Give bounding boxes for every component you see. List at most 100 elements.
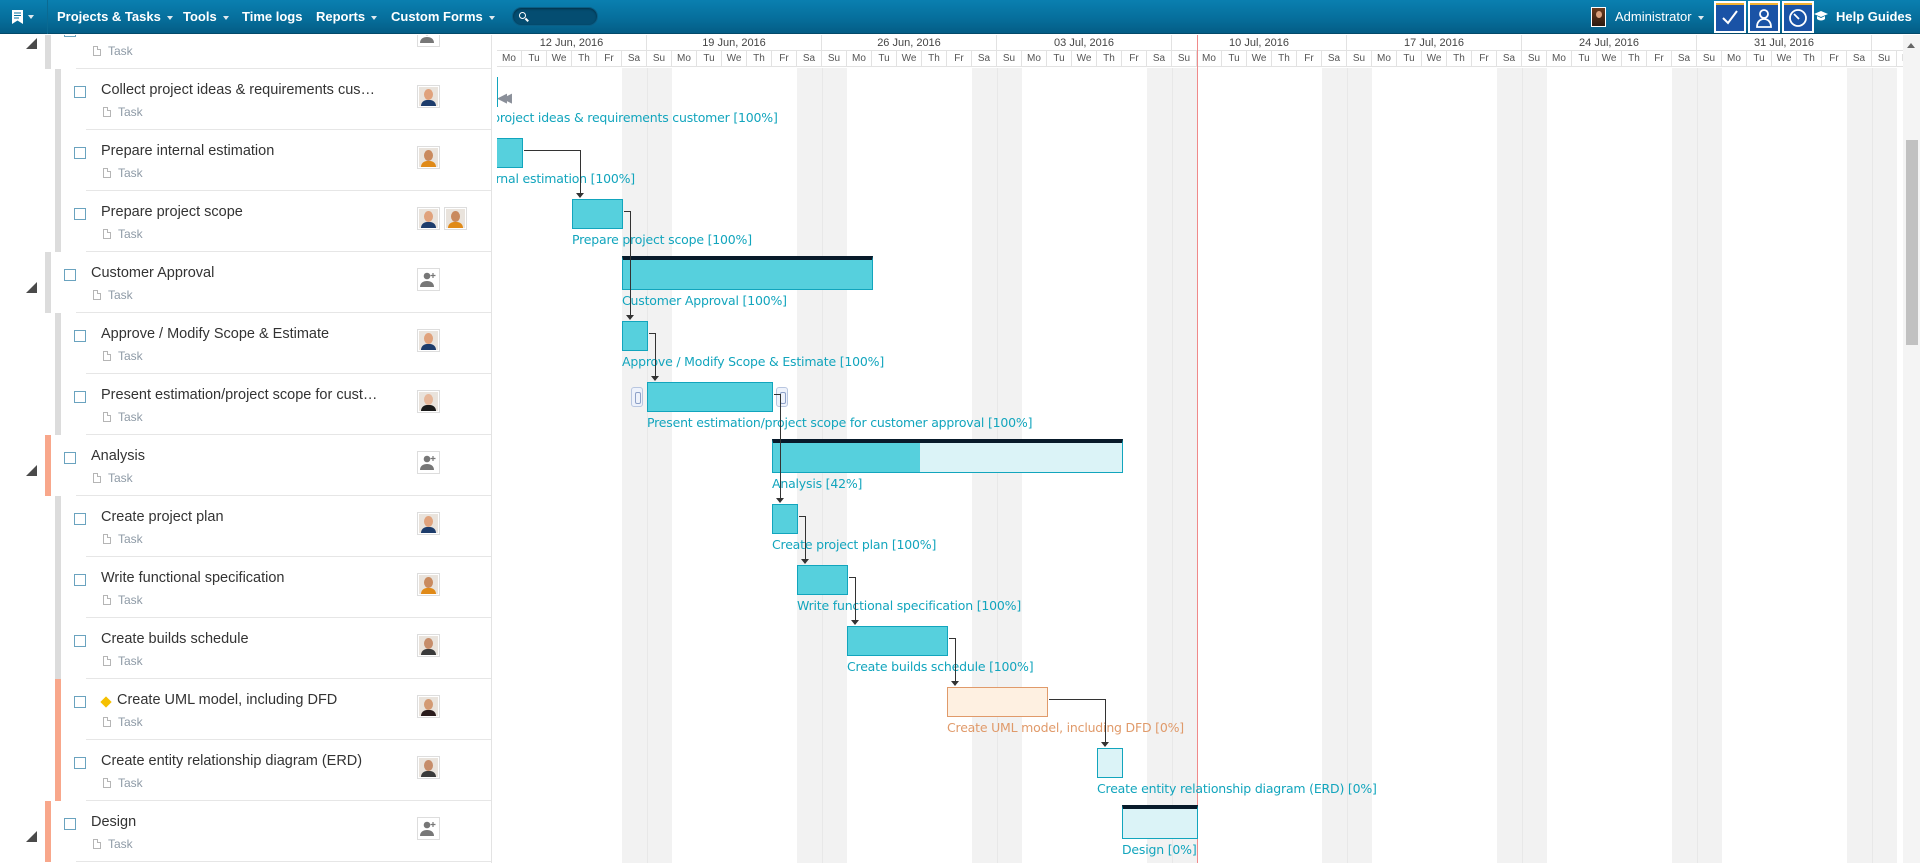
task-checkbox[interactable] [74, 208, 86, 220]
gantt-bar[interactable] [1097, 748, 1123, 778]
graduation-cap-icon [1814, 11, 1828, 21]
day-column [1322, 68, 1347, 863]
task-checkbox[interactable] [64, 269, 76, 281]
quick-action-time[interactable] [1782, 1, 1814, 33]
user-avatar[interactable] [1591, 7, 1606, 27]
nav-custom-forms[interactable]: Custom Forms [391, 0, 495, 34]
gantt-bar[interactable] [947, 687, 1048, 717]
gantt-bar[interactable] [772, 439, 1123, 473]
task-checkbox[interactable] [74, 513, 86, 525]
task-checkbox[interactable] [74, 330, 86, 342]
gantt-bar[interactable] [772, 504, 798, 534]
row-status-stripe [55, 69, 61, 130]
task-checkbox[interactable] [74, 391, 86, 403]
day-column [1397, 68, 1422, 863]
chevron-down-icon [28, 15, 34, 19]
add-assignee-button[interactable] [417, 35, 440, 47]
quick-action-user[interactable] [1748, 1, 1780, 33]
gantt-bar-label: Collect project ideas & requirements cus… [497, 110, 778, 125]
nav-time-logs[interactable]: Time logs [242, 0, 302, 34]
task-title[interactable]: Collect project ideas & requirements cus… [101, 82, 375, 98]
dependency-line [1049, 699, 1105, 700]
vertical-scrollbar[interactable] [1903, 35, 1920, 863]
assignee-avatar[interactable] [417, 85, 440, 108]
day-column [547, 68, 572, 863]
task-title[interactable]: Present estimation/project scope for cus… [101, 387, 377, 403]
quick-action-tasks[interactable] [1714, 1, 1746, 33]
gantt-bar[interactable] [1122, 805, 1198, 839]
collapse-toggle-icon[interactable] [26, 831, 37, 842]
nav-projects-tasks[interactable]: Projects & Tasks [57, 0, 173, 34]
task-checkbox[interactable] [74, 574, 86, 586]
task-checkbox[interactable] [74, 696, 86, 708]
user-menu[interactable]: Administrator [1615, 0, 1704, 34]
assignee-avatar[interactable] [417, 573, 440, 596]
list-divider[interactable] [491, 35, 492, 863]
day-column [572, 68, 597, 863]
day-column [1522, 68, 1547, 863]
task-title[interactable]: Create project plan [101, 509, 224, 525]
day-header: Su [1697, 51, 1722, 67]
gantt-bar[interactable] [497, 77, 498, 107]
scroll-up-icon[interactable] [1907, 43, 1915, 48]
day-column [747, 68, 772, 863]
assignee-avatar[interactable] [417, 329, 440, 352]
help-guides-link[interactable]: Help Guides [1836, 0, 1912, 34]
task-title[interactable]: Create builds schedule [101, 631, 249, 647]
assignee-avatar[interactable] [417, 512, 440, 535]
row-status-stripe [55, 374, 61, 435]
task-title[interactable]: Customer Approval [91, 265, 214, 281]
task-title[interactable]: Prepare internal estimation [101, 143, 274, 159]
add-assignee-button[interactable] [417, 268, 440, 291]
gantt-bar[interactable] [497, 138, 523, 168]
bookmark-menu[interactable] [0, 0, 46, 34]
assignee-avatar[interactable] [417, 207, 440, 230]
nav-reports[interactable]: Reports [316, 0, 378, 34]
task-checkbox[interactable] [64, 818, 76, 830]
link-handle-start[interactable] [631, 387, 643, 407]
add-assignee-button[interactable] [417, 451, 440, 474]
task-title[interactable]: Design [91, 814, 136, 830]
add-assignee-button[interactable] [417, 817, 440, 840]
collapse-toggle-icon[interactable] [26, 38, 37, 49]
task-checkbox[interactable] [74, 757, 86, 769]
task-title[interactable]: Write functional specification [101, 570, 285, 586]
task-checkbox[interactable] [74, 635, 86, 647]
task-title[interactable]: Approve / Modify Scope & Estimate [101, 326, 329, 342]
task-title[interactable]: Create UML model, including DFD [117, 692, 337, 708]
gantt-bar[interactable] [622, 321, 648, 351]
row-status-stripe [55, 618, 61, 679]
gantt-bar[interactable] [622, 256, 873, 290]
task-checkbox[interactable] [74, 147, 86, 159]
day-column [622, 68, 647, 863]
day-column [1272, 68, 1297, 863]
gantt-bar[interactable] [647, 382, 773, 412]
day-column [1572, 68, 1597, 863]
nav-tools[interactable]: Tools [183, 0, 229, 34]
assignee-avatar[interactable] [444, 207, 467, 230]
day-column [1197, 68, 1222, 863]
assignee-avatar[interactable] [417, 146, 440, 169]
search-input[interactable] [531, 9, 595, 24]
day-header: Tu [1222, 51, 1247, 67]
task-title[interactable]: Prepare project scope [101, 204, 243, 220]
assignee-avatar[interactable] [417, 756, 440, 779]
assignee-avatar[interactable] [417, 390, 440, 413]
assignee-avatar[interactable] [417, 695, 440, 718]
dependency-line [955, 638, 956, 683]
scroll-back-icon[interactable]: ◀◀ [497, 90, 512, 106]
collapse-toggle-icon[interactable] [26, 282, 37, 293]
scrollbar-thumb[interactable] [1906, 140, 1918, 345]
task-title[interactable]: Analysis [91, 448, 145, 464]
task-checkbox[interactable] [74, 86, 86, 98]
task-checkbox[interactable] [64, 35, 76, 37]
gantt-bar[interactable] [797, 565, 848, 595]
link-handle-end[interactable] [776, 387, 788, 407]
top-nav: Projects & Tasks Tools Time logs Reports… [0, 0, 1920, 34]
task-title[interactable]: Create entity relationship diagram (ERD) [101, 753, 362, 769]
gantt-bar[interactable] [847, 626, 948, 656]
task-checkbox[interactable] [64, 452, 76, 464]
gantt-bar[interactable] [572, 199, 623, 229]
collapse-toggle-icon[interactable] [26, 465, 37, 476]
assignee-avatar[interactable] [417, 634, 440, 657]
